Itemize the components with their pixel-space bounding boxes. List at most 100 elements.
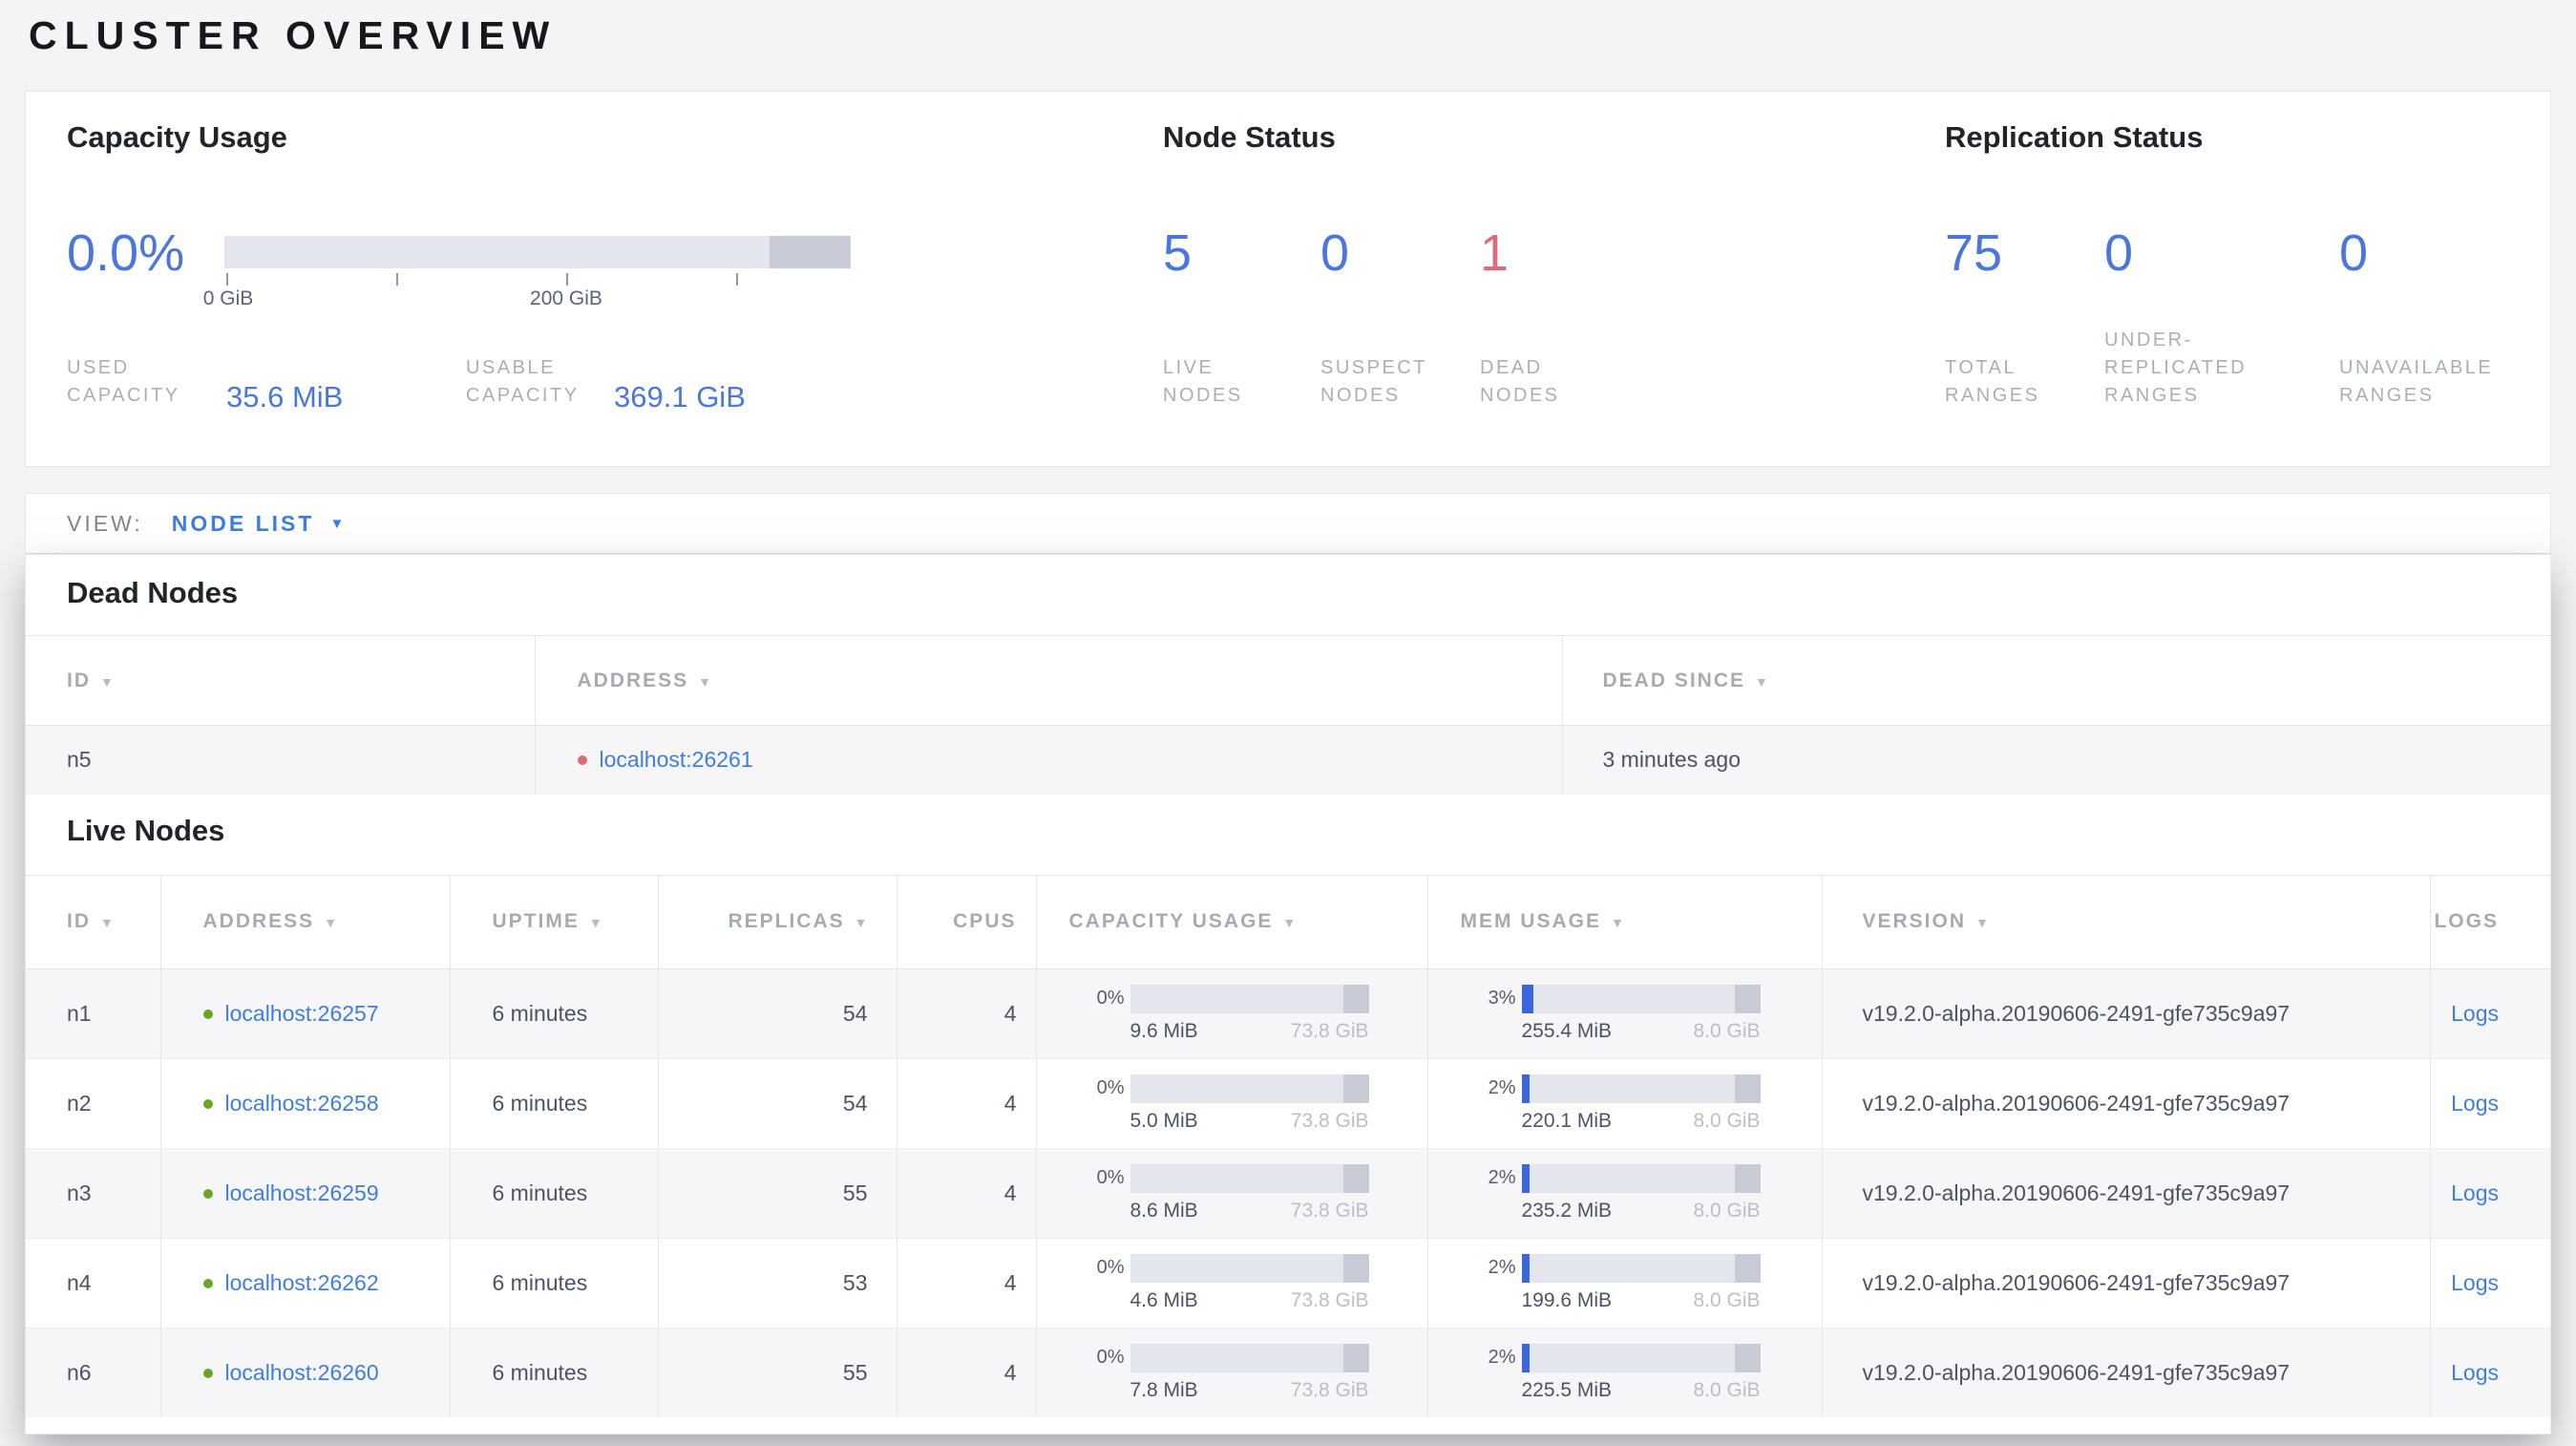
mem-used-value: 225.5 MiB xyxy=(1521,1378,1613,1401)
replicas-value: 54 xyxy=(657,1057,897,1148)
capacity-total-value: 73.8 GiB xyxy=(1290,1378,1369,1401)
mem-bar xyxy=(1521,984,1761,1013)
unavailable-ranges-count: 0 xyxy=(2339,224,2369,282)
replicas-value: 55 xyxy=(657,1327,897,1417)
cluster-overview-page: CLUSTER OVERVIEW Capacity Usage 0.0% 0 G… xyxy=(0,0,2576,1446)
mem-total-value: 8.0 GiB xyxy=(1693,1378,1761,1401)
live-nodes-table: ID ▼ ADDRESS ▼ UPTIME ▼ REPLICAS ▼ CPUS CAPA… xyxy=(26,874,2550,1417)
col-header-replicas[interactable]: REPLICAS ▼ xyxy=(657,874,897,969)
dead-nodes-heading: Dead Nodes xyxy=(67,576,239,609)
capacity-bar-reserved xyxy=(1343,1163,1369,1193)
capacity-percent: 0% xyxy=(1096,1077,1125,1098)
capacity-bar xyxy=(1130,984,1369,1013)
capacity-usage-meter: 0% 7.8 MiB 73.8 GiB xyxy=(1069,1343,1369,1402)
col-header-logs: LOGS xyxy=(2429,874,2550,969)
capacity-usage-bar xyxy=(224,236,851,268)
mem-percent: 2% xyxy=(1488,1347,1516,1369)
mem-used-value: 220.1 MiB xyxy=(1521,1109,1613,1132)
view-selected-value[interactable]: NODE LIST xyxy=(172,511,315,537)
capacity-used-value: 8.6 MiB xyxy=(1130,1199,1198,1222)
capacity-used-value: 5.0 MiB xyxy=(1130,1109,1198,1132)
logs-link[interactable]: Logs xyxy=(2451,1180,2499,1205)
mem-bar-reserved xyxy=(1735,1074,1761,1103)
sort-caret-icon: ▼ xyxy=(1611,915,1624,930)
capacity-usage-meter: 0% 8.6 MiB 73.8 GiB xyxy=(1069,1163,1369,1223)
replicas-value: 54 xyxy=(657,968,897,1058)
dead-nodes-label: DEAD NODES xyxy=(1480,357,1560,406)
dead-nodes-table: ID ▼ ADDRESS ▼ DEAD SINCE ▼ n5 localhost:26… xyxy=(26,635,2550,795)
logs-link[interactable]: Logs xyxy=(2451,1360,2499,1385)
replication-status-title: Replication Status xyxy=(1945,120,2204,154)
node-status-title: Node Status xyxy=(1163,120,1336,154)
mem-bar-fill xyxy=(1521,984,1533,1013)
node-address-link[interactable]: localhost:26262 xyxy=(225,1270,379,1295)
capacity-total-value: 73.8 GiB xyxy=(1290,1109,1369,1132)
live-status-dot-icon xyxy=(202,1188,213,1199)
logs-link[interactable]: Logs xyxy=(2451,1270,2499,1295)
view-bar: VIEW: NODE LIST ▼ xyxy=(25,493,2551,554)
node-address-link[interactable]: localhost:26259 xyxy=(225,1180,379,1205)
col-header-id[interactable]: ID ▼ xyxy=(26,874,160,969)
logs-link[interactable]: Logs xyxy=(2451,1091,2499,1116)
mem-bar xyxy=(1521,1163,1761,1193)
mem-bar-fill xyxy=(1521,1253,1530,1283)
view-label: VIEW: xyxy=(67,510,143,536)
capacity-percent: 0% xyxy=(1096,1347,1125,1369)
node-address-link[interactable]: localhost:26258 xyxy=(225,1091,379,1116)
node-address-link[interactable]: localhost:26261 xyxy=(600,747,753,772)
capacity-usage-title: Capacity Usage xyxy=(67,120,287,154)
mem-used-value: 255.4 MiB xyxy=(1521,1019,1613,1042)
view-selector-dropdown[interactable]: NODE LIST ▼ xyxy=(172,511,345,537)
col-header-address[interactable]: ADDRESS ▼ xyxy=(159,874,450,969)
capacity-total-value: 73.8 GiB xyxy=(1290,1019,1369,1042)
replicas-value: 55 xyxy=(657,1147,897,1238)
node-address-link[interactable]: localhost:26260 xyxy=(225,1360,379,1385)
logs-link[interactable]: Logs xyxy=(2451,1001,2499,1026)
mem-bar-reserved xyxy=(1735,1253,1761,1283)
suspect-nodes-count: 0 xyxy=(1320,224,1350,282)
capacity-percent: 0% xyxy=(1096,988,1125,1009)
mem-bar xyxy=(1521,1074,1761,1103)
mem-percent: 2% xyxy=(1488,1167,1516,1188)
dead-since-value: 3 minutes ago xyxy=(1561,725,2550,795)
total-ranges-label: TOTAL RANGES xyxy=(1945,357,2040,406)
col-header-address[interactable]: ADDRESS ▼ xyxy=(534,635,1562,726)
node-id: n5 xyxy=(67,747,92,773)
node-id: n3 xyxy=(26,1147,160,1238)
capacity-usage-meter: 0% 4.6 MiB 73.8 GiB xyxy=(1069,1253,1369,1312)
capacity-total-value: 73.8 GiB xyxy=(1290,1288,1369,1311)
mem-bar xyxy=(1521,1343,1761,1372)
col-header-id[interactable]: ID ▼ xyxy=(26,635,535,726)
version-value: v19.2.0-alpha.20190606-2491-gfe735c9a97 xyxy=(1821,1237,2430,1328)
col-header-version[interactable]: VERSION ▼ xyxy=(1821,874,2430,969)
live-nodes-heading: Live Nodes xyxy=(67,813,225,847)
mem-bar-fill xyxy=(1521,1074,1530,1103)
capacity-bar xyxy=(1130,1253,1369,1283)
axis-tick xyxy=(566,273,568,286)
col-header-mem-usage[interactable]: MEM USAGE ▼ xyxy=(1426,874,1822,969)
node-address-link[interactable]: localhost:26257 xyxy=(225,1001,379,1026)
col-header-capacity-usage[interactable]: CAPACITY USAGE ▼ xyxy=(1035,874,1427,969)
cpus-value: 4 xyxy=(896,1147,1036,1238)
dead-nodes-count: 1 xyxy=(1480,224,1510,282)
capacity-bar xyxy=(1130,1343,1369,1372)
uptime-value: 6 minutes xyxy=(449,1057,658,1148)
mem-bar-reserved xyxy=(1735,1343,1761,1372)
sort-caret-icon: ▼ xyxy=(100,673,114,690)
under-replicated-ranges-count: 0 xyxy=(2104,224,2134,282)
mem-bar-reserved xyxy=(1735,984,1761,1013)
col-header-uptime[interactable]: UPTIME ▼ xyxy=(449,874,658,969)
chevron-down-icon: ▼ xyxy=(329,515,345,532)
mem-usage-meter: 2% 235.2 MiB 8.0 GiB xyxy=(1461,1163,1761,1223)
node-id: n2 xyxy=(26,1057,160,1148)
mem-used-value: 199.6 MiB xyxy=(1521,1288,1613,1311)
used-capacity-value: 35.6 MiB xyxy=(226,380,344,414)
suspect-nodes-label: SUSPECT NODES xyxy=(1320,357,1427,406)
col-header-dead-since[interactable]: DEAD SINCE ▼ xyxy=(1561,635,2550,726)
live-node-row: n6 localhost:26260 6 minutes 55 4 0% 7.8… xyxy=(26,1327,2550,1417)
node-list-card: Dead Nodes ID ▼ ADDRESS ▼ DEAD SINCE ▼ n5 l… xyxy=(25,554,2551,1435)
mem-bar-fill xyxy=(1521,1343,1530,1372)
cpus-value: 4 xyxy=(896,1237,1036,1328)
capacity-used-percent: 0.0% xyxy=(67,224,185,282)
mem-usage-meter: 2% 199.6 MiB 8.0 GiB xyxy=(1461,1253,1761,1312)
